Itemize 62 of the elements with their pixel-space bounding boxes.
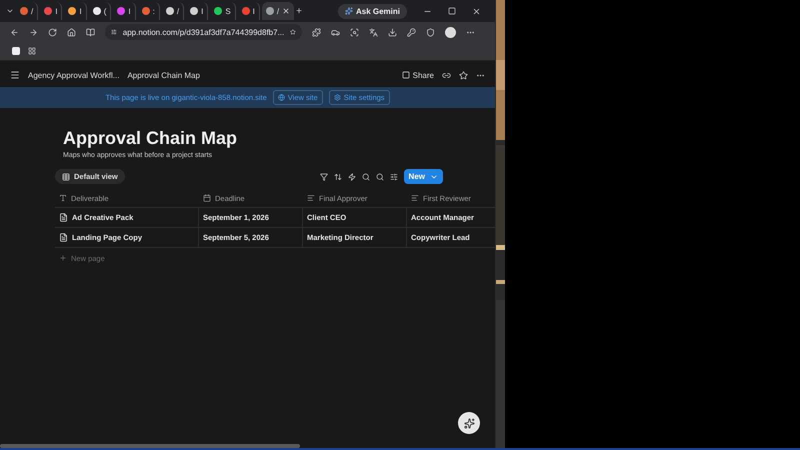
sparkle-icon — [344, 7, 353, 15]
browser-tab[interactable]: I — [40, 2, 62, 20]
table-icon — [62, 172, 70, 180]
text-type-icon — [59, 194, 67, 202]
shield-icon[interactable] — [426, 28, 435, 36]
new-button[interactable]: New — [404, 169, 443, 184]
download-icon[interactable] — [388, 28, 397, 36]
apps-icon[interactable] — [28, 47, 36, 55]
lines-icon — [307, 194, 315, 202]
browser-tab[interactable]: I — [64, 2, 87, 20]
site-info-icon[interactable] — [111, 28, 117, 36]
browser-tab[interactable]: I — [186, 2, 208, 20]
browser-tab[interactable]: S — [210, 2, 236, 20]
sort-icon[interactable] — [334, 172, 342, 180]
tab-search-icon[interactable] — [6, 7, 14, 15]
menu-icon[interactable] — [10, 70, 20, 80]
browser-tab[interactable]: I — [238, 2, 260, 20]
lightning-icon[interactable] — [348, 172, 356, 180]
browser-tab[interactable]: / — [162, 2, 184, 20]
bookmark-icon[interactable] — [12, 47, 20, 55]
gemini-button[interactable]: Ask Gemini — [338, 4, 407, 18]
filter-icon[interactable] — [320, 172, 328, 180]
scrollbar[interactable] — [0, 444, 300, 448]
lens-icon[interactable] — [350, 28, 359, 36]
star-icon[interactable] — [290, 28, 296, 36]
profile-avatar[interactable] — [445, 26, 456, 38]
forward-icon[interactable] — [29, 28, 38, 36]
browser-tab[interactable]: / — [16, 2, 38, 20]
browser-tab[interactable]: / — [262, 2, 294, 20]
address-bar[interactable]: app.notion.com/p/d391af3df7a744399d8fb7... — [105, 24, 302, 40]
close-icon[interactable] — [282, 7, 290, 15]
browser-tab[interactable]: ( — [88, 2, 112, 20]
search-icon[interactable] — [376, 172, 384, 180]
extensions-icon[interactable] — [312, 28, 321, 36]
breadcrumb[interactable]: Agency Approval Workfl... — [28, 70, 120, 80]
reload-icon[interactable] — [48, 28, 57, 36]
breadcrumb[interactable]: Approval Chain Map — [127, 70, 200, 80]
reading-mode-icon[interactable] — [86, 28, 95, 36]
translate-icon[interactable] — [369, 28, 378, 36]
page-icon — [59, 233, 68, 242]
calendar-icon — [203, 194, 211, 202]
car-icon[interactable] — [331, 28, 340, 36]
browser-tab[interactable]: I — [113, 2, 136, 20]
browser-tab[interactable]: : — [138, 2, 160, 20]
back-icon[interactable] — [10, 28, 19, 36]
link-icon[interactable] — [442, 70, 451, 80]
star-icon[interactable] — [459, 70, 468, 80]
close-icon[interactable] — [472, 6, 481, 16]
plus-icon — [59, 254, 67, 262]
search-icon[interactable] — [362, 172, 370, 180]
page-icon — [59, 213, 68, 222]
key-icon[interactable] — [407, 28, 416, 36]
page-title: Approval Chain Map — [63, 128, 238, 149]
globe-icon — [278, 94, 285, 101]
lines-icon — [411, 194, 419, 202]
home-icon[interactable] — [67, 28, 76, 36]
help-button[interactable] — [458, 412, 480, 434]
share-button[interactable]: Share — [402, 70, 434, 80]
square-icon — [402, 71, 410, 79]
sparkle-icon — [464, 418, 474, 428]
new-tab-button[interactable]: + — [296, 6, 302, 16]
maximize-icon[interactable] — [448, 6, 456, 16]
